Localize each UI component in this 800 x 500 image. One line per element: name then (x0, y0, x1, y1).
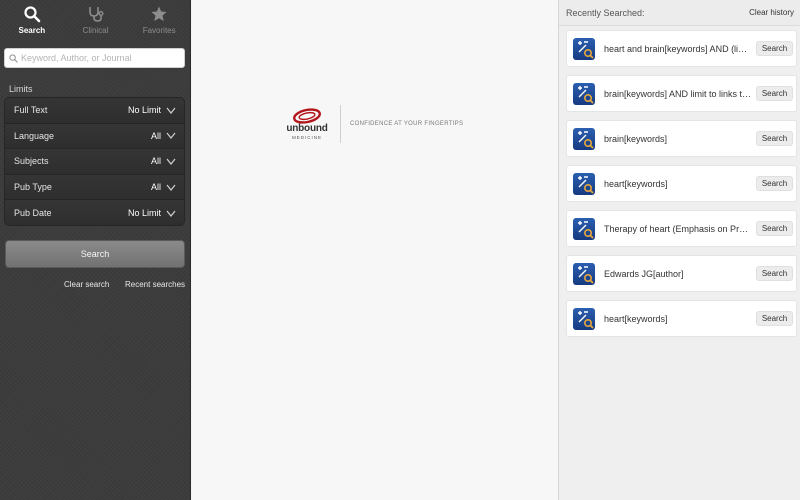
star-icon (151, 6, 167, 21)
chevron-down-icon (166, 184, 176, 191)
history-item[interactable]: Edwards JG[author] Search (566, 255, 797, 292)
history-pane: Recently Searched: Clear history heart a… (558, 0, 800, 500)
chevron-down-icon (166, 133, 176, 140)
history-search-button[interactable]: Search (756, 131, 793, 146)
search-app-icon (573, 37, 595, 60)
history-item[interactable]: heart[keywords] Search (566, 300, 797, 337)
limit-full-text[interactable]: Full Text No Limit (5, 98, 184, 124)
search-icon (9, 53, 18, 63)
search-button[interactable]: Search (5, 240, 185, 268)
history-query: heart[keywords] (604, 178, 668, 189)
history-item[interactable]: heart and brain[keywords] AND (limit to … (566, 30, 797, 67)
brand-logo-lockup: unbound MEDICINE CONFIDENCE AT YOUR FING… (279, 105, 463, 143)
chevron-down-icon (166, 158, 176, 165)
content-pane: unbound MEDICINE CONFIDENCE AT YOUR FING… (192, 0, 558, 500)
limit-label: Pub Type (14, 182, 52, 193)
search-input[interactable] (21, 53, 181, 63)
limit-pub-date[interactable]: Pub Date No Limit (5, 200, 184, 225)
limit-value: No Limit (127, 105, 161, 116)
history-search-button[interactable]: Search (756, 41, 793, 56)
history-item[interactable]: Therapy of heart (Emphasis on Prevention… (566, 210, 797, 247)
limit-label: Pub Date (14, 208, 52, 219)
search-app-icon (573, 127, 595, 150)
history-search-button[interactable]: Search (756, 176, 793, 191)
limit-label: Language (14, 130, 55, 141)
history-title: Recently Searched: (566, 7, 645, 18)
history-query: brain[keywords] (604, 133, 668, 144)
limit-value: No Limit (127, 208, 161, 219)
search-app-icon (573, 82, 595, 105)
limit-value: All (150, 182, 161, 193)
tab-favorites-label: Favorites (142, 26, 176, 35)
search-field[interactable] (4, 48, 185, 68)
limits-heading: Limits (9, 84, 33, 94)
history-search-button[interactable]: Search (756, 266, 793, 281)
history-item[interactable]: brain[keywords] AND limit to links to fu… (566, 75, 797, 112)
search-app-icon (573, 307, 595, 330)
sidebar: Search Clinical Favorites Limits Full Te… (0, 0, 191, 500)
history-query: Therapy of heart (Emphasis on Prevention… (604, 223, 752, 234)
search-app-icon (573, 262, 595, 285)
history-header: Recently Searched: Clear history (559, 0, 800, 26)
history-query: Edwards JG[author] (604, 268, 684, 279)
tab-search[interactable]: Search (0, 0, 64, 38)
history-item[interactable]: brain[keywords] Search (566, 120, 797, 157)
history-query: heart and brain[keywords] AND (limit to … (604, 43, 752, 54)
stethoscope-icon (88, 7, 103, 22)
tab-bar: Search Clinical Favorites (0, 0, 191, 38)
chevron-down-icon (166, 107, 176, 114)
limits-group: Full Text No Limit Language All Subjects… (4, 97, 185, 226)
logo-divider (340, 105, 341, 143)
tab-favorites[interactable]: Favorites (127, 0, 191, 38)
limit-value: All (150, 156, 161, 167)
history-search-button[interactable]: Search (756, 86, 793, 101)
tab-clinical[interactable]: Clinical (64, 0, 128, 38)
chevron-down-icon (166, 210, 176, 217)
search-icon (24, 6, 41, 23)
limit-label: Subjects (14, 156, 49, 167)
history-query: brain[keywords] AND limit to links to fu… (604, 88, 752, 99)
limit-value: All (150, 130, 161, 141)
unbound-medicine-logo: unbound MEDICINE (279, 108, 335, 140)
search-app-icon (573, 172, 595, 195)
logo-mark-icon (293, 108, 321, 124)
limit-subjects[interactable]: Subjects All (5, 149, 184, 175)
limit-pub-type[interactable]: Pub Type All (5, 174, 184, 201)
brand-tagline: CONFIDENCE AT YOUR FINGERTIPS (350, 121, 464, 127)
logo-subtitle: MEDICINE (291, 135, 322, 140)
history-search-button[interactable]: Search (756, 221, 793, 236)
search-app-icon (573, 217, 595, 240)
limit-label: Full Text (14, 105, 48, 116)
history-search-button[interactable]: Search (756, 311, 793, 326)
logo-wordmark: unbound (286, 123, 328, 134)
tab-clinical-label: Clinical (82, 26, 109, 35)
history-query: heart[keywords] (604, 313, 668, 324)
recent-searches-link[interactable]: Recent searches (125, 280, 185, 289)
tab-search-label: Search (18, 26, 46, 35)
clear-search-link[interactable]: Clear search (64, 280, 109, 289)
history-item[interactable]: heart[keywords] Search (566, 165, 797, 202)
limit-language[interactable]: Language All (5, 123, 184, 150)
clear-history-button[interactable]: Clear history (749, 8, 794, 17)
